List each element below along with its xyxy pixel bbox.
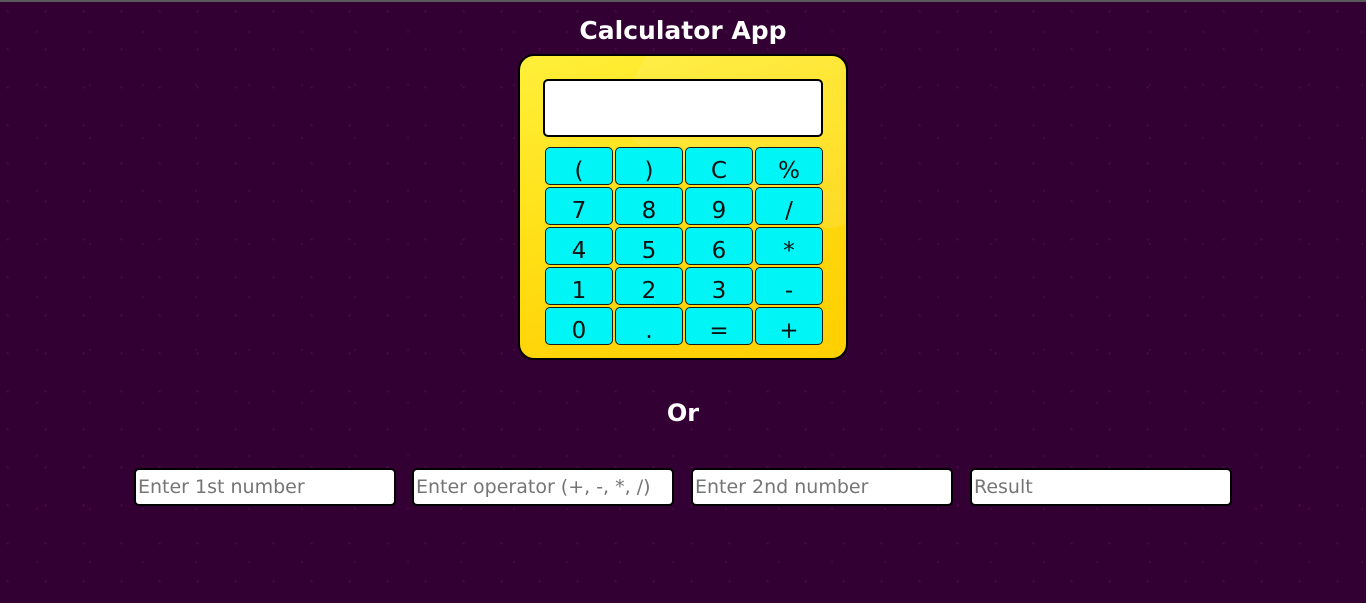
key-4-button[interactable]: 4 (545, 227, 613, 265)
key-multiply-button[interactable]: * (755, 227, 823, 265)
key-equals-button[interactable]: = (685, 307, 753, 345)
result-output[interactable] (970, 468, 1232, 506)
first-number-input[interactable] (134, 468, 396, 506)
key-open-paren-button[interactable]: ( (545, 147, 613, 185)
or-separator-label: Or (666, 399, 700, 427)
key-7-button[interactable]: 7 (545, 187, 613, 225)
key-2-button[interactable]: 2 (615, 267, 683, 305)
key-8-button[interactable]: 8 (615, 187, 683, 225)
key-5-button[interactable]: 5 (615, 227, 683, 265)
calculator-display[interactable] (543, 79, 823, 137)
calculator-body: () C% 7 8 9/ 4 5 6 * 1 2 3- 0. = + (518, 54, 848, 360)
key-add-button[interactable]: + (755, 307, 823, 345)
key-9-button[interactable]: 9 (685, 187, 753, 225)
key-decimal-button[interactable]: . (615, 307, 683, 345)
calculator-keypad: () C% 7 8 9/ 4 5 6 * 1 2 3- 0. = + (545, 147, 823, 345)
key-1-button[interactable]: 1 (545, 267, 613, 305)
key-clear-button[interactable]: C (685, 147, 753, 185)
second-number-input[interactable] (691, 468, 953, 506)
key-percent-button[interactable]: % (755, 147, 823, 185)
page-title: Calculator App (579, 16, 787, 45)
key-close-paren-button[interactable]: ) (615, 147, 683, 185)
manual-calculation-form (134, 468, 1232, 506)
window-top-border (0, 0, 1366, 2)
key-6-button[interactable]: 6 (685, 227, 753, 265)
key-3-button[interactable]: 3 (685, 267, 753, 305)
operator-input[interactable] (412, 468, 674, 506)
key-0-button[interactable]: 0 (545, 307, 613, 345)
key-divide-button[interactable]: / (755, 187, 823, 225)
key-subtract-button[interactable]: - (755, 267, 823, 305)
